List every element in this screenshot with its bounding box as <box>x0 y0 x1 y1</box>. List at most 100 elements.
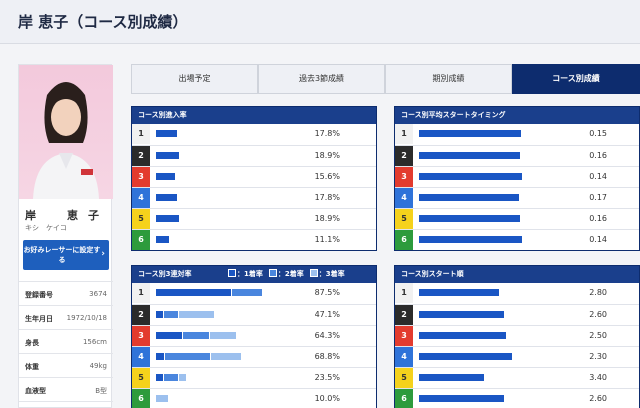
panel-title: コース別スタート順 <box>395 266 639 283</box>
title-bar: 岸 恵子（コース別成績） <box>0 0 640 44</box>
lane-number-badge: 2 <box>395 305 413 325</box>
course-row: 4 68.8% <box>132 346 376 367</box>
bar-track <box>419 353 569 361</box>
row-value: 47.1% <box>314 310 340 319</box>
course-row: 6 11.1% <box>132 229 376 250</box>
profile-detail-row: 支部香川 <box>19 401 113 408</box>
detail-value: 3674 <box>89 290 107 298</box>
row-value: 0.16 <box>589 151 607 160</box>
bar-segment <box>156 173 175 180</box>
legend-label: ：2着率 <box>277 270 304 278</box>
row-value: 64.3% <box>314 331 340 340</box>
course-entry-panel: コース別進入率 1 17.8% 2 18.9% 3 15.6% 4 17.8% 5 18.9% 6 1… <box>131 106 377 251</box>
profile-detail-row: 登録番号 3674 <box>19 281 113 305</box>
row-value: 2.30 <box>589 352 607 361</box>
bar-track <box>419 152 539 160</box>
detail-value: 49kg <box>89 362 107 370</box>
row-value: 17.8% <box>314 193 340 202</box>
row-value: 17.8% <box>314 129 340 138</box>
lane-number-badge: 3 <box>395 167 413 187</box>
row-value: 2.50 <box>589 331 607 340</box>
bar-segment <box>164 374 178 381</box>
bar-track <box>419 289 569 297</box>
bar-segment <box>419 173 522 180</box>
bar-track <box>419 374 569 382</box>
legend-swatch <box>268 269 277 277</box>
row-value: 18.9% <box>314 151 340 160</box>
bar-segment <box>232 289 262 296</box>
bar-segment <box>183 332 209 339</box>
lane-number-badge: 5 <box>395 209 413 229</box>
row-value: 87.5% <box>314 288 340 297</box>
row-value: 68.8% <box>314 352 340 361</box>
lane-number-badge: 4 <box>395 188 413 208</box>
lane-number-badge: 2 <box>132 305 150 325</box>
course-row: 5 0.16 <box>395 208 639 229</box>
detail-value: 1972/10/18 <box>66 314 107 322</box>
panel-header: コース別3連対率 ：1着率 ：2着率 ：3着率 <box>132 266 376 283</box>
row-value: 2.80 <box>589 288 607 297</box>
start-timing-panel: コース別平均スタートタイミング 1 0.15 2 0.16 3 0.14 4 0.17 5 0.1… <box>394 106 640 251</box>
lane-number-badge: 6 <box>395 389 413 408</box>
bar-segment <box>419 289 499 296</box>
row-value: 15.6% <box>314 172 340 181</box>
racer-photo <box>19 65 113 199</box>
racer-name: 岸 恵子 <box>25 209 109 222</box>
tab-1[interactable]: 出場予定 <box>131 64 258 94</box>
bar-segment <box>179 311 214 318</box>
bar-track <box>156 353 276 361</box>
racer-kana: キシ ケイコ <box>25 224 67 232</box>
panel-title: コース別平均スタートタイミング <box>395 107 639 124</box>
bar-track <box>419 215 539 223</box>
bar-track <box>156 173 276 181</box>
lane-number-badge: 2 <box>395 146 413 166</box>
course-row: 2 18.9% <box>132 145 376 166</box>
bar-track <box>156 130 276 138</box>
course-row: 6 0.14 <box>395 229 639 250</box>
panel-title: コース別進入率 <box>132 107 376 124</box>
detail-label: 血液型 <box>25 387 46 395</box>
bar-segment <box>419 353 512 360</box>
row-value: 2.60 <box>589 394 607 403</box>
lane-number-badge: 4 <box>132 188 150 208</box>
tab-4[interactable]: コース別成績 <box>512 64 640 94</box>
course-row: 3 0.14 <box>395 166 639 187</box>
row-value: 2.60 <box>589 310 607 319</box>
tab-2[interactable]: 過去3節成績 <box>258 64 385 94</box>
lane-number-badge: 1 <box>395 124 413 144</box>
set-favorite-button[interactable]: お好みレーサーに設定する › <box>23 240 109 270</box>
course-row: 4 17.8% <box>132 187 376 208</box>
course-row: 5 18.9% <box>132 208 376 229</box>
bar-track <box>156 289 276 297</box>
lane-number-badge: 4 <box>395 347 413 367</box>
lane-number-badge: 2 <box>132 146 150 166</box>
lane-number-badge: 3 <box>132 326 150 346</box>
bar-segment <box>419 395 504 402</box>
bar-segment <box>210 332 236 339</box>
bar-segment <box>419 215 520 222</box>
bar-track <box>419 395 569 403</box>
course-row: 6 2.60 <box>395 388 639 408</box>
detail-label: 登録番号 <box>25 291 53 299</box>
tab-3[interactable]: 期別成績 <box>385 64 512 94</box>
bar-segment <box>179 374 186 381</box>
course-row: 3 15.6% <box>132 166 376 187</box>
page-title: 岸 恵子（コース別成績） <box>18 13 188 31</box>
bar-track <box>156 215 276 223</box>
bar-segment <box>156 395 168 402</box>
bar-track <box>419 332 569 340</box>
bar-track <box>419 130 539 138</box>
profile-card: 岸 恵子 キシ ケイコ お好みレーサーに設定する › 登録番号 3674 生年月日 1… <box>18 64 113 408</box>
course-row: 5 3.40 <box>395 367 639 388</box>
bar-track <box>419 173 539 181</box>
bar-segment <box>156 332 182 339</box>
row-value: 3.40 <box>589 373 607 382</box>
row-value: 0.14 <box>589 172 607 181</box>
course-row: 5 23.5% <box>132 367 376 388</box>
chevron-right-icon: › <box>101 249 105 259</box>
row-value: 0.14 <box>589 235 607 244</box>
bar-track <box>156 332 276 340</box>
row-value: 0.17 <box>589 193 607 202</box>
course-row: 2 47.1% <box>132 304 376 325</box>
course-row: 2 2.60 <box>395 304 639 325</box>
